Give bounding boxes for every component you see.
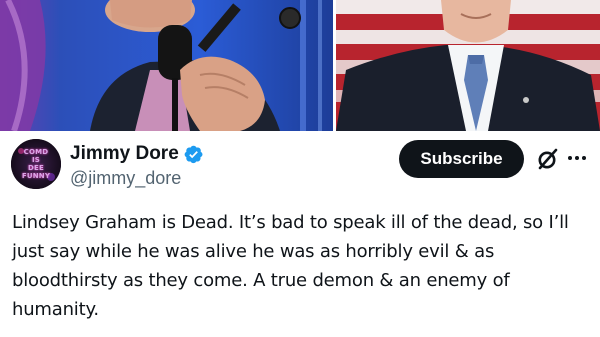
avatar-line-4: FUNNY bbox=[21, 172, 51, 180]
tweet-text: Lindsey Graham is Dead. It’s bad to spea… bbox=[12, 212, 569, 320]
avatar-line-3: DEE bbox=[28, 164, 44, 172]
avatar-line-2: IS bbox=[31, 156, 41, 164]
author-avatar[interactable]: COMD IS DEE FUNNY bbox=[11, 139, 61, 189]
subscribe-button[interactable]: Subscribe bbox=[399, 140, 524, 178]
tweet-media[interactable] bbox=[0, 0, 600, 131]
verified-badge-icon[interactable] bbox=[183, 144, 204, 165]
display-name-row: Jimmy Dore bbox=[70, 142, 204, 166]
media-image-left[interactable] bbox=[0, 0, 333, 131]
author-info: Jimmy Dore @jimmy_dore bbox=[70, 142, 204, 188]
podcast-host-image bbox=[0, 0, 333, 131]
media-image-right[interactable] bbox=[336, 0, 600, 131]
more-dots-icon[interactable] bbox=[566, 150, 588, 166]
avatar-lettering: COMD IS DEE FUNNY bbox=[11, 139, 61, 189]
display-name[interactable]: Jimmy Dore bbox=[70, 142, 179, 166]
tweet-screenshot: COMD IS DEE FUNNY Jimmy Dore @jimmy_dore… bbox=[0, 0, 600, 337]
grok-slash-icon[interactable] bbox=[536, 147, 560, 171]
author-handle[interactable]: @jimmy_dore bbox=[70, 167, 204, 189]
senator-image bbox=[336, 0, 600, 131]
avatar-line-1: COMD bbox=[23, 148, 49, 156]
